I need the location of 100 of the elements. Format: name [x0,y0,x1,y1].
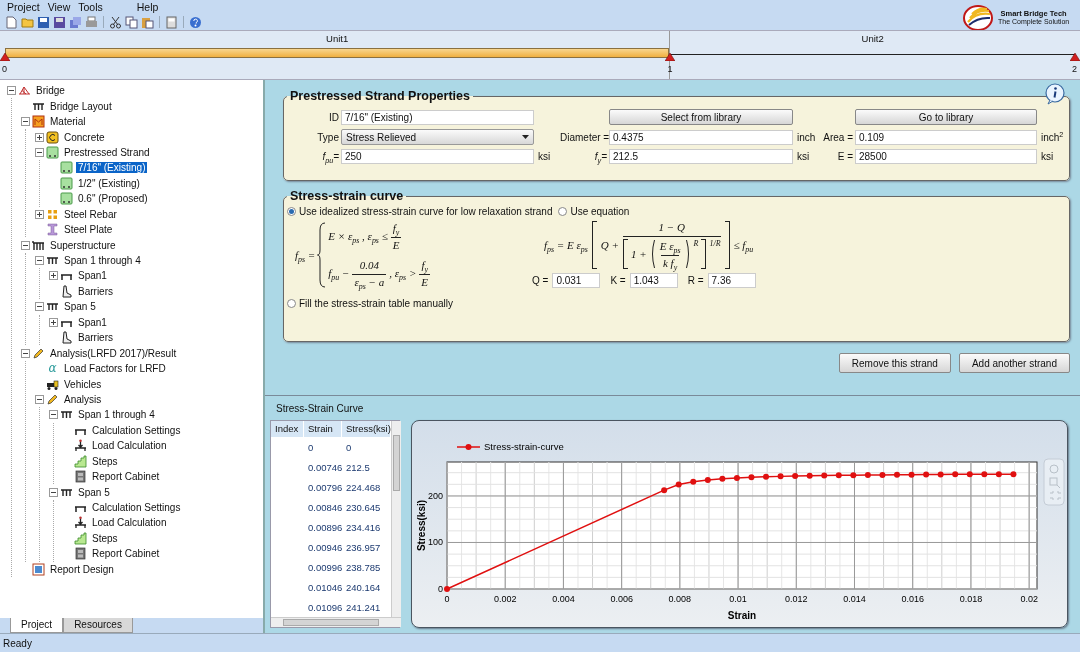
tree-toggle[interactable] [21,117,30,127]
tree-item[interactable]: Superstructure [48,239,118,251]
tree-item[interactable]: 0.6" (Proposed) [76,193,150,205]
select-library-button[interactable]: Select from library [609,109,793,125]
y-tick-label: 100 [427,537,443,548]
tree-toggle[interactable] [35,132,44,142]
tree-item[interactable]: Barriers [76,332,115,344]
text-field[interactable]: 250 [341,149,534,164]
action-button[interactable]: Add another strand [958,353,1070,373]
data-point [995,471,1002,478]
radio-option[interactable]: Fill the stress-strain table manually [287,298,453,309]
type-dropdown[interactable]: Stress Relieved [341,129,534,145]
menu-item[interactable]: Help [132,1,163,13]
menu-item[interactable]: Project [3,1,44,13]
tree-item[interactable]: Concrete [62,131,107,143]
tree-item[interactable]: Calculation Settings [90,502,183,514]
tree-item[interactable]: Vehicles [62,378,104,390]
unit-bar[interactable] [5,48,670,58]
tree-item[interactable]: Steps [90,455,120,467]
text-field[interactable]: 0.031 [552,273,601,288]
menu-item[interactable]: Tools [74,1,107,13]
tree-toggle[interactable] [35,209,44,219]
tree-item[interactable]: Analysis(LRFD 2017)/Result [48,347,179,359]
tree-item[interactable]: 1/2" (Existing) [76,177,142,189]
tree-item[interactable]: Span1 [76,316,109,328]
tree-item[interactable]: Analysis [62,393,104,405]
tree-item[interactable]: Report Cabinet [90,548,162,560]
tree-toggle[interactable] [21,348,30,358]
tree-toggle[interactable] [49,271,58,281]
tree-toggle[interactable] [49,410,58,420]
horizontal-scrollbar[interactable] [271,617,401,627]
text-field[interactable]: 28500 [855,149,1037,164]
tree-item[interactable]: Steel Rebar [62,208,119,220]
tree-item[interactable]: Report Cabinet [90,471,162,483]
tree-toggle[interactable] [35,147,44,157]
tree-item[interactable]: Load Calculation [90,517,169,529]
column-header[interactable]: Stress(ksi) [342,421,391,437]
tree-item[interactable]: Span 5 [62,301,98,313]
layers-icon[interactable] [69,15,82,29]
tree-item[interactable]: Span 1 through 4 [76,409,157,421]
info-icon[interactable] [1044,83,1066,105]
action-button[interactable]: Remove this strand [838,353,951,373]
tree-item[interactable]: Report Design [48,563,116,575]
calculator-icon[interactable] [165,15,178,29]
radio-option[interactable]: Use equation [558,206,630,217]
data-point [937,471,944,478]
tree-item[interactable]: Steel Plate [62,224,115,236]
data-point [733,474,740,481]
text-field[interactable]: 0.109 [855,129,1037,145]
radio-option[interactable]: Use idealized stress-strain curve for low relaxation strand [287,206,553,217]
go-to-library-button[interactable]: Go to library [855,109,1037,125]
fraction-numerator: f$_{y}$ [420,258,429,274]
text-field[interactable]: 0.4375 [609,129,793,145]
panel-tab[interactable]: Resources [63,618,133,633]
tree-item[interactable]: 7/16" (Existing) [76,162,148,174]
tree-toggle[interactable] [35,256,44,266]
unit-label: Unit2 [861,32,884,46]
text-field[interactable]: 212.5 [609,149,793,164]
text-field[interactable]: 7.36 [707,273,756,288]
help-icon[interactable] [189,15,202,29]
tree-toggle[interactable] [49,317,58,327]
tree-item[interactable]: Barriers [76,285,115,297]
column-header[interactable]: Strain [304,421,342,437]
tree-toggle[interactable] [35,394,44,404]
table-cell-text: 0 [307,441,315,453]
tree-item[interactable]: Span 1 through 4 [62,255,143,267]
table-cell-text: 0.00746 [307,461,342,473]
barrier-icon [60,331,73,345]
tree-item[interactable]: Bridge Layout [48,100,114,112]
tree-item[interactable]: Prestressed Strand [62,146,152,158]
tree-item[interactable]: Calculation Settings [90,424,183,436]
tree-toggle[interactable] [7,86,16,96]
vertical-scrollbar[interactable] [391,421,401,617]
paste-icon[interactable] [141,15,154,29]
panel-tab[interactable]: Project [10,618,64,633]
tree-toggle[interactable] [49,487,58,497]
cut-icon[interactable] [109,15,122,29]
copy-icon[interactable] [125,15,138,29]
tree-item[interactable]: Material [48,116,88,128]
material-icon [32,115,45,129]
tree-item[interactable]: Bridge [34,85,67,97]
truck-icon [46,377,59,391]
save-all-icon[interactable] [53,15,66,29]
new-file-icon[interactable] [5,15,18,29]
data-point [879,471,886,478]
tree-toggle[interactable] [21,240,30,250]
text-field[interactable]: 1.043 [629,273,678,288]
status-text: Ready [3,637,32,649]
field-label: E = [836,151,853,162]
menu-item[interactable]: View [43,1,75,13]
tree-toggle[interactable] [35,302,44,312]
tree-item[interactable]: Span 5 [76,486,112,498]
tree-item[interactable]: Load Factors for LRFD [62,363,168,375]
tree-item[interactable]: Load Calculation [90,440,169,452]
save-icon[interactable] [37,15,50,29]
column-header[interactable]: Index [271,421,304,437]
text-field[interactable]: 7/16" (Existing) [341,109,534,125]
tree-item[interactable]: Span1 [76,270,109,282]
print-icon[interactable] [85,15,98,29]
tree-item[interactable]: Steps [90,532,120,544]
